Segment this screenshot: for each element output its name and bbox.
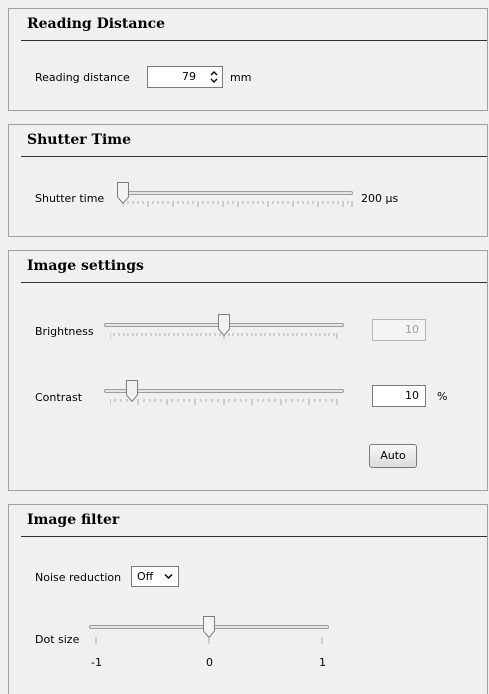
panel-title: Reading Distance xyxy=(27,16,166,32)
image-filter-panel: Image filter Noise reduction Off Dot siz… xyxy=(8,504,488,694)
reading-distance-spinbox[interactable]: 79 xyxy=(147,66,223,88)
shutter-time-slider[interactable] xyxy=(113,181,353,213)
slider-thumb[interactable] xyxy=(126,380,138,402)
slider-thumb[interactable] xyxy=(203,616,215,638)
noise-reduction-label: Noise reduction xyxy=(35,571,122,584)
slider-thumb[interactable] xyxy=(117,182,129,204)
spin-arrows-icon[interactable] xyxy=(210,70,218,84)
divider xyxy=(21,282,487,283)
shutter-time-panel: Shutter Time Shutter time 200 µs xyxy=(8,124,488,237)
slider-track xyxy=(117,191,353,195)
panel-title: Image filter xyxy=(27,512,120,528)
brightness-label: Brightness xyxy=(35,325,94,338)
divider xyxy=(21,40,487,41)
dot-size-tick-min: -1 xyxy=(91,656,102,669)
slider-thumb[interactable] xyxy=(218,314,230,336)
noise-reduction-select[interactable]: Off xyxy=(131,566,179,587)
panel-title: Shutter Time xyxy=(27,132,132,148)
auto-button[interactable]: Auto xyxy=(369,444,417,468)
reading-distance-value: 79 xyxy=(182,70,196,83)
image-settings-panel: Image settings Brightness 10 Contrast 10… xyxy=(8,250,488,491)
shutter-time-value: 200 µs xyxy=(361,192,399,205)
divider xyxy=(21,156,487,157)
slider-ticks xyxy=(123,201,353,207)
divider xyxy=(21,536,487,537)
reading-distance-label: Reading distance xyxy=(35,71,130,84)
slider-ticks xyxy=(110,399,338,405)
shutter-time-label: Shutter time xyxy=(35,192,105,205)
dot-size-tick-max: 1 xyxy=(319,656,326,669)
brightness-field: 10 xyxy=(372,319,426,341)
reading-distance-panel: Reading Distance Reading distance 79 mm xyxy=(8,8,488,111)
slider-track xyxy=(104,389,344,393)
contrast-field[interactable]: 10 xyxy=(372,385,426,407)
reading-distance-unit: mm xyxy=(230,71,252,84)
noise-reduction-value: Off xyxy=(137,570,154,583)
dot-size-slider[interactable] xyxy=(89,615,329,649)
dot-size-label: Dot size xyxy=(35,633,80,646)
panel-title: Image settings xyxy=(27,258,144,274)
dot-size-tick-mid: 0 xyxy=(206,656,213,669)
contrast-unit: % xyxy=(437,390,448,403)
slider-ticks xyxy=(95,637,323,644)
brightness-slider[interactable] xyxy=(104,313,344,345)
contrast-slider[interactable] xyxy=(104,379,344,411)
contrast-label: Contrast xyxy=(35,391,83,404)
chevron-down-icon xyxy=(164,573,173,580)
